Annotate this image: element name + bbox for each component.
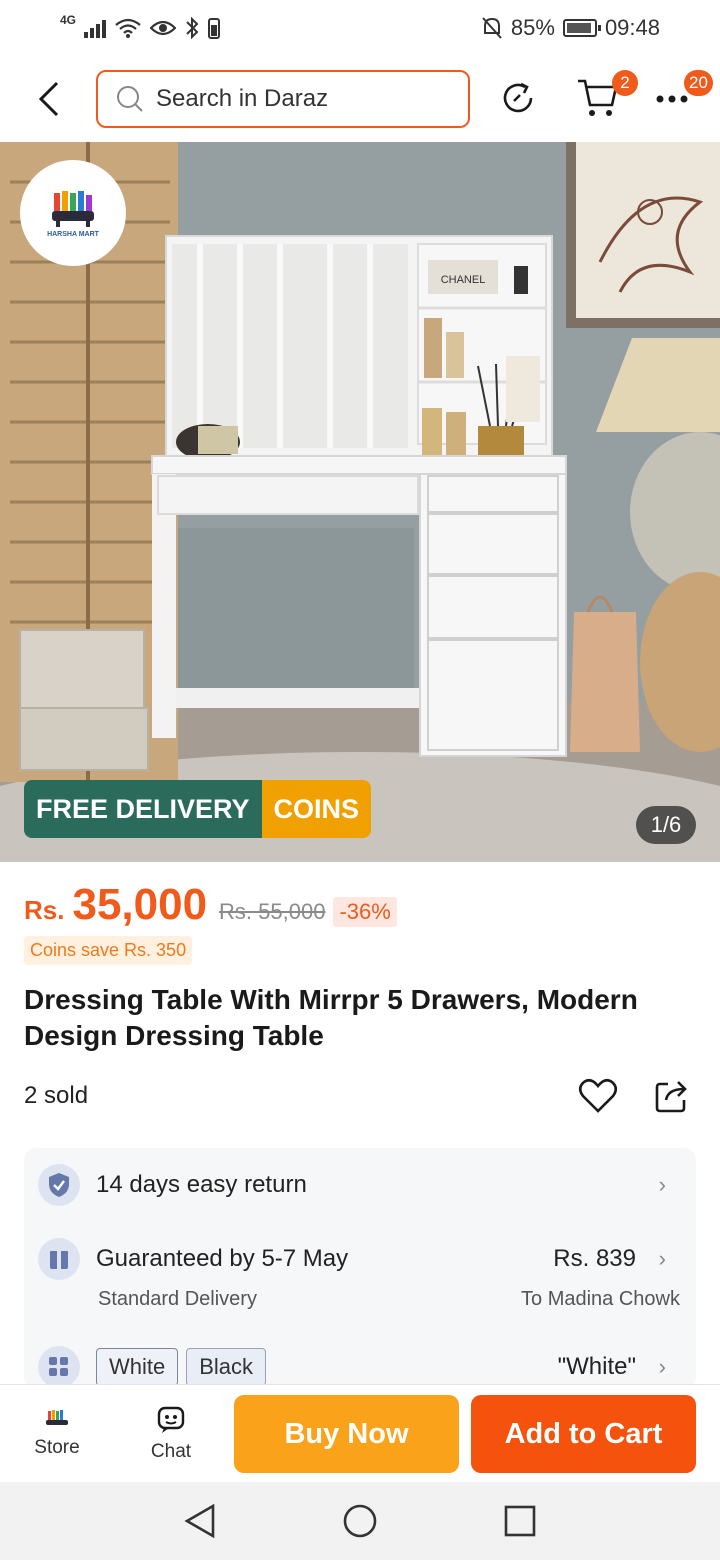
mute-bell-icon <box>482 17 502 39</box>
search-input[interactable] <box>156 85 436 113</box>
nav-recents-icon[interactable] <box>503 1504 537 1538</box>
status-right: 85% 09:48 <box>481 15 660 41</box>
vibrate-battery-icon <box>208 18 221 39</box>
back-button[interactable] <box>24 74 74 124</box>
delivery-guarantee-text: Guaranteed by 5-7 May <box>96 1245 349 1272</box>
selected-variant: "White" <box>557 1353 636 1380</box>
battery-percent: 85% <box>510 15 555 40</box>
cart-button[interactable]: 2 <box>574 70 638 120</box>
sold-count: 2 sold <box>24 1082 89 1109</box>
bottom-action-bar: Store Chat Buy Now Add to Cart <box>0 1384 720 1482</box>
status-left: 4G <box>60 13 221 40</box>
clock: 09:48 <box>604 15 660 40</box>
delivery-box-icon <box>38 1238 80 1280</box>
more-icon <box>656 95 688 103</box>
product-title: Dressing Table With Mirrpr 5 Drawers, Mo… <box>24 984 638 1051</box>
cart-badge: 2 <box>612 70 638 96</box>
delivery-row[interactable]: Guaranteed by 5-7 May Rs. 839 › <box>38 1238 682 1280</box>
network-type: 4G <box>60 13 77 27</box>
variant-options: White Black <box>96 1348 274 1386</box>
coins-label: COINS <box>261 780 372 838</box>
search-box[interactable] <box>96 70 470 128</box>
history-icon <box>503 82 533 113</box>
price-row: Rs. 35,000 Rs. 55,000 -36% <box>24 880 397 930</box>
eye-icon <box>150 20 177 36</box>
wifi-icon <box>115 18 141 38</box>
variant-row[interactable]: White Black "White" › <box>38 1346 682 1388</box>
signal-icon <box>84 18 107 38</box>
store-label: Store <box>34 1436 80 1458</box>
battery-icon <box>562 19 601 37</box>
return-row[interactable]: 14 days easy return › <box>38 1164 682 1206</box>
history-button[interactable] <box>498 78 538 118</box>
original-price: Rs. 55,000 <box>219 899 326 924</box>
chevron-right-icon: › <box>658 1172 666 1197</box>
info-card: 14 days easy return › Guaranteed by 5-7 … <box>24 1148 696 1388</box>
coins-save-badge: Coins save Rs. 350 <box>24 936 193 965</box>
system-navigation-bar <box>0 1482 720 1560</box>
store-logo[interactable]: HARSHA MART <box>20 160 126 266</box>
header: 2 20 <box>0 56 720 142</box>
chat-bot-icon <box>157 1406 185 1433</box>
nav-home-icon[interactable] <box>342 1503 378 1539</box>
chat-tab[interactable]: Chat <box>114 1405 228 1463</box>
more-badge: 20 <box>684 70 713 96</box>
store-tab[interactable]: Store <box>0 1409 114 1459</box>
bluetooth-icon <box>186 16 199 40</box>
return-text: 14 days easy return <box>96 1171 307 1198</box>
store-icon <box>46 1409 68 1425</box>
variant-option-white[interactable]: White <box>96 1348 179 1386</box>
wishlist-heart-icon[interactable] <box>578 1078 618 1114</box>
more-button[interactable]: 20 <box>654 70 713 114</box>
back-arrow-icon <box>38 81 59 117</box>
store-logo-icon <box>52 190 94 227</box>
delivery-type: Standard Delivery <box>98 1288 257 1310</box>
buy-now-button[interactable]: Buy Now <box>234 1395 459 1473</box>
share-icon[interactable] <box>654 1078 690 1114</box>
variant-option-black[interactable]: Black <box>186 1348 267 1386</box>
chat-label: Chat <box>150 1440 192 1462</box>
shield-check-icon <box>38 1164 80 1206</box>
price-value: 35,000 <box>72 880 208 929</box>
chevron-right-icon: › <box>658 1246 666 1271</box>
add-to-cart-button[interactable]: Add to Cart <box>471 1395 696 1473</box>
product-image[interactable]: CHANEL HARSHA MART FREE DELIVERY COINS 1… <box>0 142 720 862</box>
free-delivery-label: FREE DELIVERY <box>24 780 262 838</box>
chevron-right-icon: › <box>658 1354 666 1379</box>
store-logo-text: HARSHA MART <box>47 230 99 238</box>
image-counter: 1/6 <box>636 806 696 844</box>
status-bar: 4G 85% 09:48 <box>0 0 720 56</box>
chanel-box-text: CHANEL <box>441 274 486 286</box>
grid-icon <box>38 1346 80 1388</box>
delivery-fee: Rs. 839 <box>553 1245 636 1272</box>
search-icon <box>117 86 143 112</box>
product-actions <box>578 1078 696 1114</box>
nav-back-icon[interactable] <box>183 1503 217 1539</box>
delivery-destination: To Madina Chowk <box>521 1288 680 1310</box>
free-delivery-badge: FREE DELIVERY COINS <box>24 780 372 838</box>
discount-badge: -36% <box>333 897 397 927</box>
sold-row: 2 sold <box>24 1074 696 1118</box>
price-currency: Rs. <box>24 895 65 925</box>
